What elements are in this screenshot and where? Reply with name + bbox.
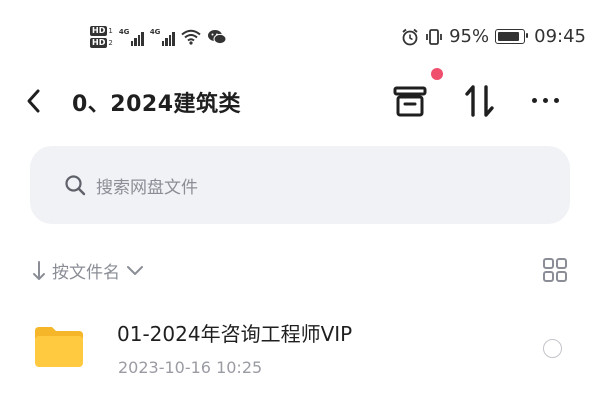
more-options-icon[interactable] [532, 98, 559, 103]
notification-dot [431, 68, 443, 80]
alarm-icon [402, 28, 418, 45]
sim-indicators: HD 1 HD 2 [90, 26, 113, 48]
search-placeholder: 搜索网盘文件 [96, 177, 198, 198]
vibrate-icon [426, 28, 443, 45]
search-icon [65, 175, 86, 196]
battery-percent: 95% [449, 26, 490, 47]
select-radio[interactable] [543, 339, 562, 358]
page-title: 0、2024建筑类 [72, 92, 242, 117]
search-bar[interactable]: 搜索网盘文件 [30, 146, 570, 224]
hd-badge: HD [90, 26, 108, 36]
network-type: 4G [149, 28, 161, 36]
signal-icon: 4G [119, 28, 144, 46]
file-name: 01-2024年咨询工程师VIP [117, 322, 353, 346]
sort-label: 按文件名 [52, 263, 120, 283]
arrow-down-icon [33, 260, 45, 280]
folder-icon [35, 327, 83, 367]
back-arrow-icon[interactable] [26, 88, 42, 114]
status-bar-left: HD 1 HD 2 4G 4G [90, 20, 227, 54]
transfer-box-icon[interactable] [392, 86, 428, 118]
hd-badge: HD [90, 38, 108, 48]
clock: 09:45 [534, 26, 586, 47]
sim-index: 1 [108, 27, 113, 35]
sim2-indicator: HD 2 [90, 38, 113, 48]
sort-selector[interactable]: 按文件名 [32, 258, 144, 283]
sort-arrows-icon[interactable] [462, 84, 498, 118]
sim-index: 2 [108, 39, 113, 47]
signal-icon: 4G [150, 28, 175, 46]
sim1-indicator: HD 1 [90, 26, 113, 36]
battery-icon [495, 29, 529, 44]
battery-fill [498, 32, 520, 41]
network-type: 4G [118, 28, 130, 36]
wifi-icon [181, 29, 201, 45]
file-date: 2023-10-16 10:25 [118, 358, 263, 377]
status-bar-right: 95% 09:45 [401, 26, 586, 47]
wechat-icon [207, 30, 227, 45]
chevron-down-icon [127, 265, 143, 275]
grid-view-icon[interactable] [542, 257, 568, 283]
